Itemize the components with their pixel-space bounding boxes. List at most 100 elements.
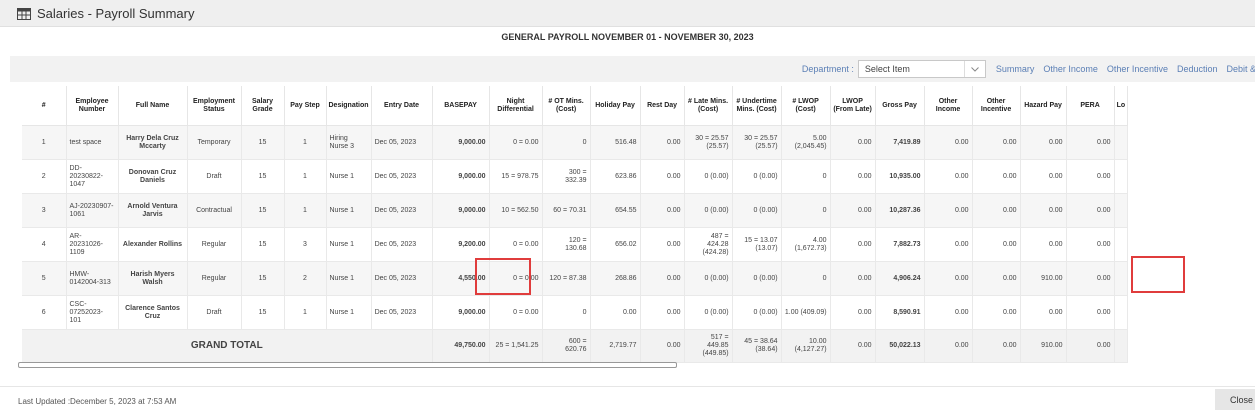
table-cell: 30 = 25.57 (25.57) <box>684 125 733 160</box>
table-cell: Regular <box>187 261 242 296</box>
table-cell: 0.00 <box>924 125 973 160</box>
column-header: Employment Status <box>187 86 242 126</box>
table-cell: 0 <box>542 125 591 160</box>
table-cell: 0.00 <box>830 125 876 160</box>
tab-other-income[interactable]: Other Income <box>1043 64 1098 74</box>
table-cell: 0.00 <box>1020 227 1067 262</box>
table-cell: 0 (0.00) <box>684 295 733 330</box>
column-header: # Undertime Mins. (Cost) <box>732 86 782 126</box>
grand-total-cell: 0.00 <box>830 329 876 363</box>
table-row[interactable]: 4 AR-20231026-1109 Alexander Rollins Regula… <box>22 227 1129 262</box>
table-cell: 120 = 130.68 <box>542 227 591 262</box>
column-header: Full Name <box>118 86 188 126</box>
table-cell: 7,882.73 <box>875 227 925 262</box>
table-cell: 120 = 87.38 <box>542 261 591 296</box>
table-cell: Harry Dela Cruz Mccarty <box>118 125 188 160</box>
table-cell: 30 = 25.57 (25.57) <box>732 125 782 160</box>
table-icon <box>17 7 31 20</box>
tab-debit[interactable]: Debit & <box>1226 64 1255 74</box>
table-cell: Nurse 1 <box>326 261 372 296</box>
table-cell: 15 <box>241 159 285 194</box>
column-header: Other Incentive <box>972 86 1021 126</box>
table-cell: 1 <box>22 125 67 160</box>
table-cell: Hiring Nurse 3 <box>326 125 372 160</box>
table-cell: 656.02 <box>590 227 641 262</box>
grand-total-cell: 25 = 1,541.25 <box>489 329 543 363</box>
hazard-pay-highlight-box <box>1131 256 1185 293</box>
table-cell: 0.00 <box>1066 193 1115 228</box>
table-cell: 60 = 70.31 <box>542 193 591 228</box>
column-header: Designation <box>326 86 372 126</box>
table-cell: 0.00 <box>924 295 973 330</box>
table-cell <box>1114 193 1129 228</box>
table-cell: 0.00 <box>830 193 876 228</box>
table-cell: 0 (0.00) <box>732 193 782 228</box>
table-cell: 10,287.36 <box>875 193 925 228</box>
table-row[interactable]: 3 AJ-20230907-1061 Arnold Ventura Jarvis Co… <box>22 193 1129 228</box>
table-cell: CSC-07252023-101 <box>66 295 119 330</box>
horizontal-scrollbar[interactable] <box>18 362 677 368</box>
column-header: Salary Grade <box>241 86 285 126</box>
tab-deduction[interactable]: Deduction <box>1177 64 1218 74</box>
table-cell: 9,000.00 <box>432 159 490 194</box>
table-cell: Donovan Cruz Daniels <box>118 159 188 194</box>
table-cell: 1 <box>284 125 327 160</box>
column-header: Gross Pay <box>875 86 925 126</box>
column-header: LWOP (From Late) <box>830 86 876 126</box>
table-cell: 0.00 <box>1020 159 1067 194</box>
department-select[interactable]: Select Item <box>857 60 986 78</box>
table-cell: 9,000.00 <box>432 295 490 330</box>
tab-summary[interactable]: Summary <box>996 64 1035 74</box>
column-header: Other Income <box>924 86 973 126</box>
table-cell: Nurse 1 <box>326 295 372 330</box>
table-cell: 0 <box>781 261 831 296</box>
table-cell: 1 <box>284 193 327 228</box>
table-cell: 15 <box>241 261 285 296</box>
close-button[interactable]: Close <box>1215 389 1255 410</box>
table-row[interactable]: 2 DD-20230822-1047 Donovan Cruz Daniels Dra… <box>22 159 1129 194</box>
table-cell: 0.00 <box>1066 125 1115 160</box>
table-row[interactable]: 1 test space Harry Dela Cruz Mccarty Tempor… <box>22 125 1129 160</box>
table-cell: 0.00 <box>830 261 876 296</box>
table-cell: test space <box>66 125 119 160</box>
table-cell: 0.00 <box>972 159 1021 194</box>
table-cell: 0 (0.00) <box>732 159 782 194</box>
table-cell: 9,000.00 <box>432 193 490 228</box>
table-row[interactable]: 6 CSC-07252023-101 Clarence Santos Cruz Dra… <box>22 295 1129 330</box>
tab-other-incentive[interactable]: Other Incentive <box>1107 64 1168 74</box>
table-cell: 0.00 <box>640 193 685 228</box>
table-cell: Nurse 1 <box>326 227 372 262</box>
table-cell: Dec 05, 2023 <box>371 227 433 262</box>
table-cell: 15 <box>241 227 285 262</box>
column-header: # OT Mins. (Cost) <box>542 86 591 126</box>
filter-bar: Department : Select Item Summary Other I… <box>10 56 1255 82</box>
table-cell: 8,590.91 <box>875 295 925 330</box>
table-cell: 0.00 <box>1020 295 1067 330</box>
table-cell: 0.00 <box>1066 295 1115 330</box>
table-cell: 0.00 <box>830 227 876 262</box>
department-select-value: Select Item <box>864 64 910 74</box>
table-cell: 0.00 <box>640 261 685 296</box>
table-cell: Harish Myers Walsh <box>118 261 188 296</box>
table-cell: Draft <box>187 159 242 194</box>
table-cell: 4,906.24 <box>875 261 925 296</box>
table-cell: 0.00 <box>972 125 1021 160</box>
report-title: GENERAL PAYROLL NOVEMBER 01 - NOVEMBER 3… <box>501 32 754 42</box>
chevron-down-icon[interactable] <box>963 61 985 77</box>
table-cell: Dec 05, 2023 <box>371 193 433 228</box>
grand-total-cell: 0.00 <box>640 329 685 363</box>
table-cell: 0.00 <box>1066 227 1115 262</box>
table-cell: 9,000.00 <box>432 125 490 160</box>
table-cell: 3 <box>284 227 327 262</box>
table-row[interactable]: 5 HMW-0142004-313 Harish Myers Walsh Regula… <box>22 261 1129 296</box>
table-cell: 268.86 <box>590 261 641 296</box>
table-cell: 0.00 <box>640 227 685 262</box>
table-cell: 0 (0.00) <box>732 295 782 330</box>
table-cell: 0.00 <box>640 295 685 330</box>
grand-total-cell: 600 = 620.76 <box>542 329 591 363</box>
table-cell: 516.48 <box>590 125 641 160</box>
table-cell: DD-20230822-1047 <box>66 159 119 194</box>
table-cell: 3 <box>22 193 67 228</box>
grand-total-cell: 0.00 <box>1066 329 1115 363</box>
report-tabs: Summary Other Income Other Incentive Ded… <box>996 64 1255 74</box>
